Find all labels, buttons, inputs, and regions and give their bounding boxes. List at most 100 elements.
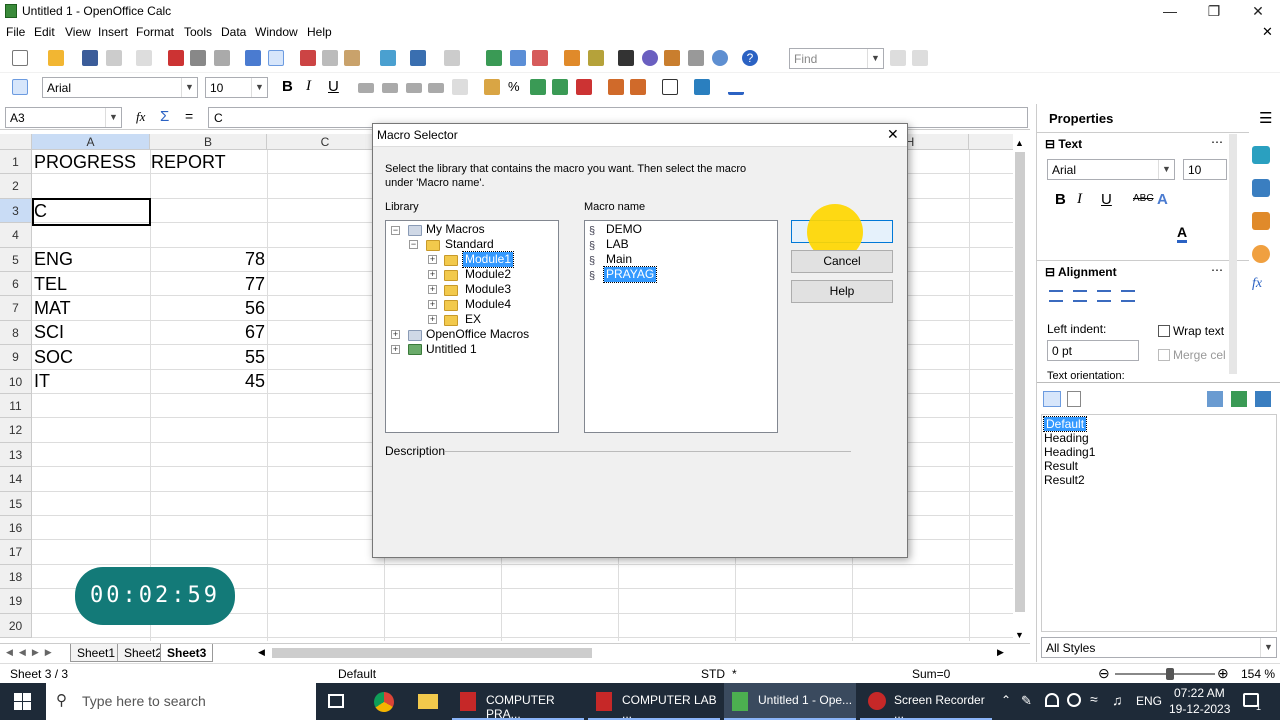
align-center-icon[interactable] — [382, 83, 398, 93]
vertical-scrollbar[interactable]: ▲ ▼ — [1013, 134, 1027, 644]
taskbar-app-computer-lab[interactable]: COMPUTER LAB ... — [588, 683, 720, 721]
cell-b5[interactable]: 78 — [150, 249, 265, 270]
active-cell-a3[interactable] — [32, 198, 151, 226]
underline-icon[interactable]: U — [328, 78, 339, 95]
sidebar-justify-icon[interactable] — [1121, 290, 1135, 302]
deck-navigator-icon[interactable] — [1252, 245, 1270, 263]
styles-page-icon[interactable] — [1067, 391, 1081, 407]
wrap-text-checkbox[interactable] — [1158, 325, 1170, 337]
sidebar-align-left-icon[interactable] — [1049, 290, 1063, 302]
undo-icon[interactable] — [410, 50, 426, 66]
row-header-17[interactable]: 17 — [0, 540, 32, 565]
column-header-a[interactable]: A — [32, 134, 150, 150]
expand-ex-icon[interactable]: + — [428, 315, 437, 324]
sidebar-menu-icon[interactable]: ☰ — [1259, 109, 1272, 127]
spellcheck-icon[interactable] — [245, 50, 261, 66]
deck-styles-icon[interactable] — [1252, 179, 1270, 197]
row-header-10[interactable]: 10 — [0, 369, 32, 394]
status-selection-mode[interactable]: STD — [701, 667, 725, 681]
font-size-combo[interactable]: 10 ▼ — [205, 77, 268, 98]
menu-format[interactable]: Format — [136, 25, 174, 39]
sidebar-align-right-icon[interactable] — [1097, 290, 1111, 302]
row-header-8[interactable]: 8 — [0, 320, 32, 346]
row-header-12[interactable]: 12 — [0, 418, 32, 443]
row-header-18[interactable]: 18 — [0, 564, 32, 590]
percent-icon[interactable]: % — [508, 79, 520, 94]
cell-a5[interactable]: ENG — [34, 249, 73, 270]
scroll-thumb[interactable] — [1015, 152, 1025, 612]
sidebar-underline-icon[interactable]: U — [1101, 191, 1112, 208]
row-header-2[interactable]: 2 — [0, 174, 32, 199]
cell-a10[interactable]: IT — [34, 371, 50, 392]
taskbar-app-screen-recorder[interactable]: Screen Recorder ... — [860, 683, 992, 721]
hyperlink-icon[interactable] — [486, 50, 502, 66]
macro-list[interactable]: § DEMO § LAB § Main § PRAYAG — [584, 220, 778, 433]
row-header-14[interactable]: 14 — [0, 467, 32, 492]
macro-item-demo[interactable]: DEMO — [606, 222, 642, 237]
decrease-indent-icon[interactable] — [608, 79, 624, 95]
styles-fill-format-icon[interactable] — [1043, 391, 1061, 407]
paste-icon[interactable] — [344, 50, 360, 66]
sidebar-shadow-icon[interactable]: A — [1157, 191, 1168, 208]
hscroll-right-icon[interactable]: ▶ — [997, 647, 1004, 658]
corner-select-all[interactable] — [0, 134, 32, 150]
delete-decimal-icon[interactable] — [576, 79, 592, 95]
currency-icon[interactable] — [484, 79, 500, 95]
styles-new-icon[interactable] — [1207, 391, 1223, 407]
find-replace-icon[interactable] — [618, 50, 634, 66]
macro-item-main[interactable]: Main — [606, 252, 632, 267]
chevron-down-icon[interactable]: ▼ — [105, 108, 121, 127]
justify-icon[interactable] — [428, 83, 444, 93]
sidebar-font-name[interactable]: Arial ▼ — [1047, 159, 1175, 180]
chevron-down-icon[interactable]: ▼ — [1260, 638, 1276, 657]
name-box[interactable]: A3 ▼ — [5, 107, 122, 128]
styles-list[interactable]: Default Heading Heading1 Result Result2 — [1041, 414, 1277, 632]
tree-untitled[interactable]: Untitled 1 — [426, 342, 477, 357]
task-view-icon[interactable] — [328, 694, 344, 708]
tree-standard[interactable]: Standard — [445, 237, 494, 252]
alignment-more-icon[interactable]: ⋯ — [1211, 263, 1223, 277]
show-draw-icon[interactable] — [588, 50, 604, 66]
menu-file[interactable]: File — [6, 25, 25, 39]
collapse-my-macros-icon[interactable]: − — [391, 226, 400, 235]
row-header-19[interactable]: 19 — [0, 589, 32, 614]
dialog-close-icon[interactable]: ✕ — [887, 126, 899, 143]
cell-b1[interactable]: REPORT — [151, 152, 226, 173]
tree-module1[interactable]: Module1 — [461, 251, 515, 268]
italic-icon[interactable]: I — [306, 78, 311, 95]
redo-icon[interactable] — [444, 50, 460, 66]
row-header-13[interactable]: 13 — [0, 442, 32, 468]
cell-a7[interactable]: MAT — [34, 298, 71, 319]
style-item-heading1[interactable]: Heading1 — [1044, 445, 1274, 459]
sum-icon[interactable]: Σ — [160, 108, 169, 125]
find-previous-icon[interactable] — [912, 50, 928, 66]
chevron-down-icon[interactable]: ▼ — [251, 78, 267, 97]
menu-window[interactable]: Window — [255, 25, 298, 39]
font-color-icon[interactable] — [728, 79, 744, 95]
row-header-16[interactable]: 16 — [0, 516, 32, 541]
cell-b9[interactable]: 55 — [150, 347, 265, 368]
cell-a8[interactable]: SCI — [34, 322, 64, 343]
style-item-heading[interactable]: Heading — [1044, 431, 1274, 445]
tray-network-icon[interactable] — [1045, 693, 1059, 707]
borders-icon[interactable] — [662, 79, 678, 95]
chevron-down-icon[interactable]: ▼ — [1158, 160, 1174, 179]
text-section-more-icon[interactable]: ⋯ — [1211, 135, 1223, 149]
zoom-out-icon[interactable]: ⊖ — [1098, 665, 1110, 682]
zoom-in-icon[interactable]: ⊕ — [1217, 665, 1229, 682]
menu-insert[interactable]: Insert — [98, 25, 128, 39]
styles-update-icon[interactable] — [1231, 391, 1247, 407]
edit-file-icon[interactable] — [136, 50, 152, 66]
text-section-title[interactable]: ⊟ Text — [1045, 137, 1082, 151]
email-icon[interactable] — [106, 50, 122, 66]
taskbar-search-box[interactable]: ⚲ Type here to search — [46, 683, 316, 720]
tray-time[interactable]: 07:22 AM — [1174, 686, 1225, 700]
styles-filter-combo[interactable]: All Styles ▼ — [1041, 637, 1277, 658]
cell-a9[interactable]: SOC — [34, 347, 73, 368]
bold-icon[interactable]: B — [282, 78, 293, 95]
menu-data[interactable]: Data — [221, 25, 246, 39]
cell-a1[interactable]: PROGRESS — [34, 152, 136, 173]
tab-nav-icons[interactable]: ◀◀▶▶ — [6, 647, 58, 658]
column-header-b[interactable]: B — [150, 134, 267, 150]
align-left-icon[interactable] — [358, 83, 374, 93]
